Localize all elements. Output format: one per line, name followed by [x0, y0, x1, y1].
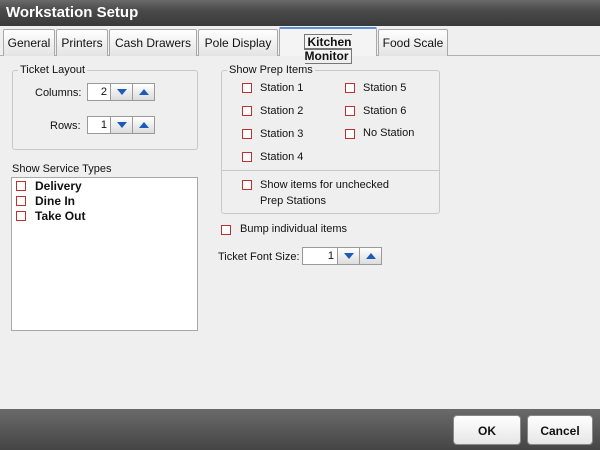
station-6-label: Station 6: [363, 105, 407, 117]
bump-items-checkbox[interactable]: [221, 225, 231, 235]
arrow-up-icon: [138, 122, 149, 128]
rows-increment-button[interactable]: [133, 116, 155, 134]
tab-cash-drawers[interactable]: Cash Drawers: [109, 29, 197, 56]
rows-stepper: 1: [87, 116, 155, 134]
service-types-heading: Show Service Types: [12, 163, 112, 175]
station-5-checkbox[interactable]: [345, 83, 355, 93]
list-item-take-out[interactable]: Take Out: [35, 209, 85, 223]
ticket-layout-group: [12, 70, 198, 150]
station-2-label: Station 2: [260, 105, 304, 117]
dine-in-checkbox[interactable]: [16, 196, 26, 206]
station-3-checkbox[interactable]: [242, 129, 252, 139]
prep-items-legend: Show Prep Items: [227, 64, 315, 76]
arrow-down-icon: [343, 253, 354, 259]
tab-pole-display[interactable]: Pole Display: [198, 29, 278, 56]
station-4-label: Station 4: [260, 151, 304, 163]
arrow-down-icon: [116, 122, 127, 128]
prep-items-divider: [222, 170, 439, 171]
take-out-checkbox[interactable]: [16, 211, 26, 221]
window-title: Workstation Setup: [6, 4, 139, 21]
font-size-label: Ticket Font Size:: [218, 251, 300, 263]
window-title-bar: Workstation Setup: [0, 0, 600, 26]
columns-stepper: 2: [87, 83, 155, 101]
prep-items-group: [221, 70, 440, 214]
station-6-checkbox[interactable]: [345, 106, 355, 116]
list-item-dine-in[interactable]: Dine In: [35, 194, 75, 208]
arrow-down-icon: [116, 89, 127, 95]
columns-increment-button[interactable]: [133, 83, 155, 101]
arrow-up-icon: [138, 89, 149, 95]
station-1-checkbox[interactable]: [242, 83, 252, 93]
station-1-label: Station 1: [260, 82, 304, 94]
delivery-checkbox[interactable]: [16, 181, 26, 191]
station-5-label: Station 5: [363, 82, 407, 94]
columns-label: Columns:: [35, 87, 82, 99]
no-station-checkbox[interactable]: [345, 129, 355, 139]
show-unchecked-label-line2: Prep Stations: [260, 195, 327, 207]
arrow-up-icon: [365, 253, 376, 259]
station-3-label: Station 3: [260, 128, 304, 140]
no-station-label: No Station: [363, 127, 415, 139]
ok-button[interactable]: OK: [453, 415, 521, 445]
ticket-layout-legend: Ticket Layout: [18, 64, 88, 76]
station-4-checkbox[interactable]: [242, 152, 252, 162]
show-unchecked-label-line1: Show items for unchecked: [260, 179, 390, 191]
tab-printers[interactable]: Printers: [56, 29, 108, 56]
columns-decrement-button[interactable]: [111, 83, 133, 101]
font-size-increment-button[interactable]: [360, 247, 382, 265]
list-item-delivery[interactable]: Delivery: [35, 179, 82, 193]
rows-value[interactable]: 1: [87, 116, 111, 134]
rows-label: Rows:: [50, 120, 81, 132]
rows-decrement-button[interactable]: [111, 116, 133, 134]
bump-items-label: Bump individual items: [240, 223, 347, 235]
tab-general[interactable]: General: [3, 29, 55, 56]
show-unchecked-checkbox[interactable]: [242, 180, 252, 190]
columns-value[interactable]: 2: [87, 83, 111, 101]
cancel-button[interactable]: Cancel: [527, 415, 593, 445]
font-size-stepper: 1: [302, 247, 382, 265]
font-size-value[interactable]: 1: [302, 247, 338, 265]
station-2-checkbox[interactable]: [242, 106, 252, 116]
font-size-decrement-button[interactable]: [338, 247, 360, 265]
tab-food-scale[interactable]: Food Scale: [378, 29, 448, 56]
tab-kitchen-monitor[interactable]: Kitchen Monitor: [279, 27, 377, 64]
